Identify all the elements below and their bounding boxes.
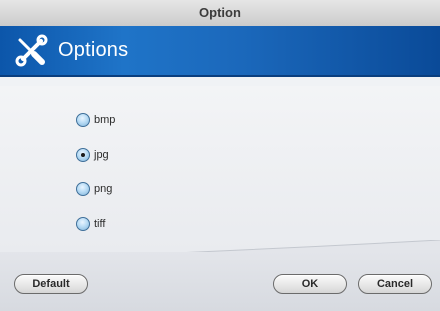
tools-icon bbox=[14, 34, 48, 68]
radio-tiff[interactable] bbox=[76, 217, 90, 231]
radio-bmp[interactable] bbox=[76, 113, 90, 127]
radio-option-jpg[interactable]: jpg bbox=[76, 146, 109, 164]
option-dialog: Option Options bmp jpg png tiff Default … bbox=[0, 0, 440, 311]
radio-label-png: png bbox=[94, 183, 113, 195]
radio-png[interactable] bbox=[76, 182, 90, 196]
banner-title: Options bbox=[58, 39, 129, 61]
radio-option-png[interactable]: png bbox=[76, 180, 112, 198]
radio-jpg[interactable] bbox=[76, 148, 90, 162]
cancel-button[interactable]: Cancel bbox=[358, 274, 432, 294]
ok-button[interactable]: OK bbox=[273, 274, 347, 294]
radio-option-tiff[interactable]: tiff bbox=[76, 215, 105, 233]
radio-label-tiff: tiff bbox=[94, 218, 106, 230]
radio-option-bmp[interactable]: bmp bbox=[76, 111, 115, 129]
radio-label-bmp: bmp bbox=[94, 114, 116, 126]
window-title: Option bbox=[0, 0, 440, 27]
options-panel: bmp jpg png tiff bbox=[0, 86, 440, 252]
radio-label-jpg: jpg bbox=[94, 149, 109, 161]
default-button[interactable]: Default bbox=[14, 274, 88, 294]
button-bar: Default OK Cancel bbox=[0, 252, 440, 311]
options-banner: Options bbox=[0, 26, 440, 77]
